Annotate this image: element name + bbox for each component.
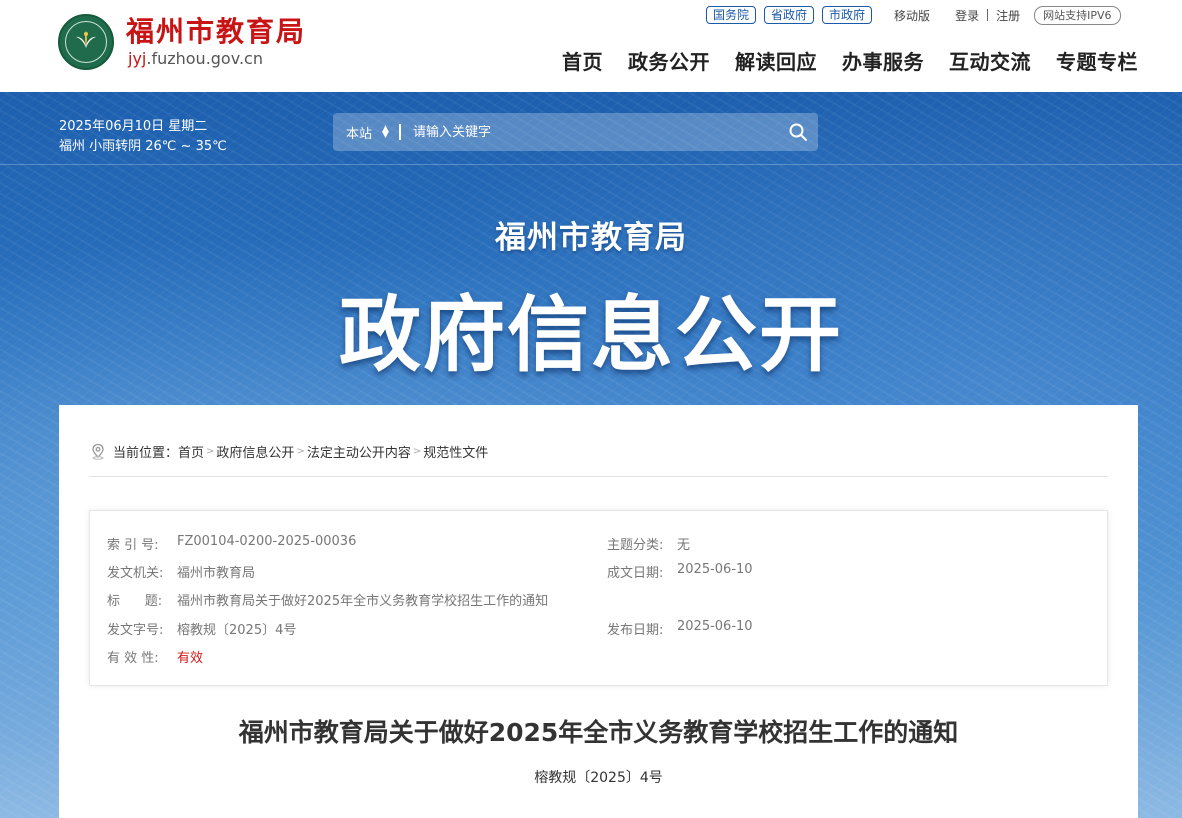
link-city-gov[interactable]: 市政府 [822, 6, 873, 24]
info-docno-row: 发文字号: 榕教规〔2025〕4号 [107, 619, 296, 638]
info-publish-row: 发布日期: 2025-06-10 [607, 619, 753, 638]
info-index-row: 索 引 号: FZ00104-0200-2025-00036 [107, 534, 356, 553]
logo-emblem-icon [76, 30, 96, 48]
breadcrumb-normative[interactable]: 规范性文件 [423, 442, 488, 461]
select-arrows-icon: ▲ ▼ [382, 124, 389, 140]
breadcrumb: 当前位置： 首页 > 政府信息公开 > 法定主动公开内容 > 规范性文件 [90, 442, 488, 461]
domain-prefix: jyj [128, 49, 147, 68]
content-card: 当前位置： 首页 > 政府信息公开 > 法定主动公开内容 > 规范性文件 索 引… [59, 405, 1138, 818]
info-issuer-value: 福州市教育局 [177, 566, 256, 581]
banner-subtitle: 福州市教育局 [495, 220, 687, 256]
info-publish-label: 发布日期: [607, 623, 664, 638]
domain-rest: .fuzhou.gov.cn [146, 49, 263, 68]
info-written-value: 2025-06-10 [677, 562, 753, 577]
weather-info: 福州 小雨转阴 26℃ ~ 35℃ [59, 139, 227, 154]
site-header: 福州市教育局 jyj.fuzhou.gov.cn 国务院 省政府 市政府 移动版… [0, 0, 1182, 92]
banner-title: 政府信息公开 [338, 288, 843, 383]
site-domain: jyj.fuzhou.gov.cn [128, 49, 263, 68]
info-issuer-row: 发文机关: 福州市教育局 [107, 562, 255, 581]
nav-interaction[interactable]: 互动交流 [949, 46, 1031, 75]
breadcrumb-divider [89, 476, 1108, 477]
main-nav: 首页 政务公开 解读回应 办事服务 互动交流 专题专栏 [537, 46, 1138, 75]
info-index-value: FZ00104-0200-2025-00036 [177, 534, 357, 549]
search-bar: 本站 ▲ ▼ [333, 113, 818, 151]
info-validity-value: 有效 [177, 651, 204, 666]
search-divider [398, 124, 401, 140]
info-topic-value: 无 [677, 538, 691, 553]
nav-home[interactable]: 首页 [562, 46, 603, 75]
info-docno-label: 发文字号: [107, 623, 164, 638]
ipv6-badge: 网站支持IPV6 [1034, 5, 1121, 25]
nav-gov-affairs[interactable]: 政务公开 [628, 46, 710, 75]
document-number: 榕教规〔2025〕4号 [534, 770, 663, 786]
search-icon[interactable] [788, 122, 808, 142]
info-validity-label: 有 效 性: [107, 651, 159, 666]
location-pin-icon [92, 443, 104, 460]
info-written-row: 成文日期: 2025-06-10 [607, 562, 753, 581]
info-title-label: 标 题: [107, 594, 163, 609]
info-validity-row: 有 效 性: 有效 [107, 647, 203, 666]
mobile-version-link[interactable]: 移动版 [894, 7, 930, 24]
nav-special-topics[interactable]: 专题专栏 [1056, 46, 1138, 75]
nav-services[interactable]: 办事服务 [842, 46, 924, 75]
current-date: 2025年06月10日 星期二 [59, 119, 208, 134]
breadcrumb-statutory[interactable]: 法定主动公开内容 [307, 442, 411, 461]
breadcrumb-separator-icon: > [296, 446, 305, 457]
search-input[interactable] [412, 124, 773, 140]
document-title: 福州市教育局关于做好2025年全市义务教育学校招生工作的通知 [238, 718, 959, 747]
site-name[interactable]: 福州市教育局 [126, 10, 306, 50]
info-title-value: 福州市教育局关于做好2025年全市义务教育学校招生工作的通知 [177, 594, 549, 609]
breadcrumb-separator-icon: > [412, 446, 422, 457]
info-publish-value: 2025-06-10 [677, 619, 753, 634]
search-scope-select[interactable]: 本站 ▲ ▼ [346, 123, 389, 142]
breadcrumb-home[interactable]: 首页 [178, 442, 204, 461]
link-provincial-gov[interactable]: 省政府 [764, 6, 815, 24]
info-index-label: 索 引 号: [107, 538, 159, 553]
breadcrumb-label: 当前位置： [113, 446, 179, 461]
info-docno-value: 榕教规〔2025〕4号 [177, 623, 297, 638]
login-divider [987, 9, 989, 21]
breadcrumb-gov-info[interactable]: 政府信息公开 [216, 442, 294, 461]
info-title-row: 标 题: 福州市教育局关于做好2025年全市义务教育学校招生工作的通知 [107, 590, 548, 609]
login-link[interactable]: 登录 [955, 7, 979, 24]
site-logo[interactable] [58, 14, 114, 70]
top-links: 国务院 省政府 市政府 移动版 登录 注册 网站支持IPV6 [706, 5, 1121, 25]
search-scope-label: 本站 [346, 126, 373, 142]
info-written-label: 成文日期: [607, 566, 664, 581]
register-link[interactable]: 注册 [996, 7, 1020, 24]
info-topic-row: 主题分类: 无 [607, 534, 690, 553]
info-topic-label: 主题分类: [607, 538, 664, 553]
nav-interpretation[interactable]: 解读回应 [735, 46, 817, 75]
banner-divider [0, 164, 1182, 165]
document-info-box: 索 引 号: FZ00104-0200-2025-00036 主题分类: 无 发… [89, 510, 1108, 686]
breadcrumb-separator-icon: > [206, 446, 215, 457]
link-state-council[interactable]: 国务院 [706, 6, 757, 24]
info-issuer-label: 发文机关: [107, 566, 164, 581]
